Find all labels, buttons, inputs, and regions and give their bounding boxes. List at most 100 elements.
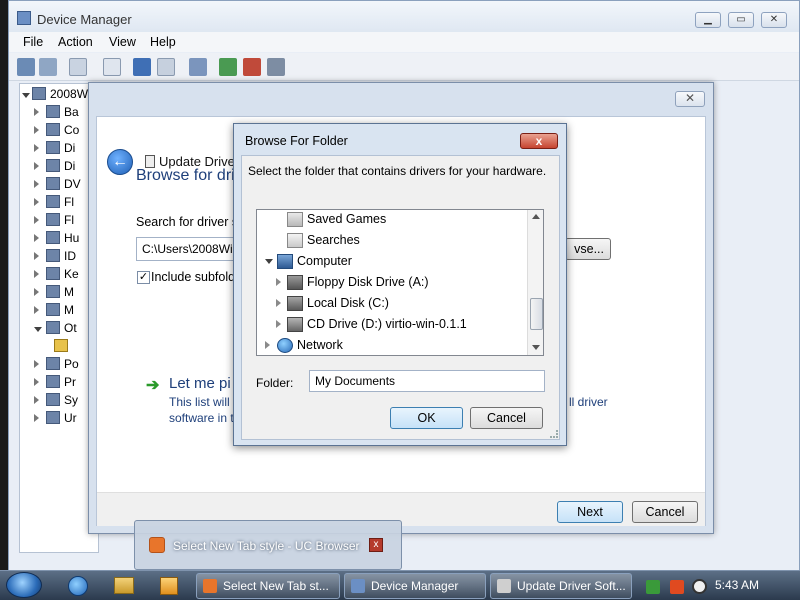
folder-floppy-drive[interactable]: Floppy Disk Drive (A:) — [257, 273, 525, 293]
dialog-cancel-button[interactable]: Cancel — [470, 407, 543, 429]
warning-device-icon — [54, 339, 68, 352]
scroll-down-icon[interactable] — [532, 345, 540, 350]
scroll-up-icon[interactable] — [532, 214, 540, 219]
wizard-heading: Browse for dri — [136, 167, 235, 184]
disk-drive-icon — [46, 141, 60, 154]
dialog-prompt: Select the folder that contains drivers … — [248, 164, 547, 178]
folder-computer[interactable]: Computer — [257, 252, 525, 272]
ide-controller-icon — [46, 249, 60, 262]
menu-view[interactable]: View — [109, 35, 136, 49]
driver-path-input[interactable]: C:\Users\2008Win — [136, 237, 236, 261]
wizard-close-button[interactable]: ✕ — [675, 91, 705, 107]
menu-help[interactable]: Help — [150, 35, 176, 49]
internet-explorer-icon[interactable] — [68, 576, 88, 596]
mouse-icon — [46, 285, 60, 298]
volume-icon[interactable] — [692, 579, 707, 594]
keyboard-icon — [46, 267, 60, 280]
let-me-pick-link[interactable]: Let me pi — [169, 375, 231, 392]
title-bar[interactable]: Device Manager ▁ ▭ ✕ — [9, 1, 799, 35]
minimize-button[interactable]: ▁ — [695, 12, 721, 28]
taskbar-button-uc-browser[interactable]: Select New Tab st... — [196, 573, 340, 599]
preview-title: Select New Tab style - UC Browser — [173, 539, 360, 553]
device-manager-icon — [17, 11, 31, 25]
update-driver-icon[interactable] — [219, 58, 237, 76]
device-icon — [497, 579, 511, 593]
next-button[interactable]: Next — [557, 501, 623, 523]
uninstall-icon[interactable] — [243, 58, 261, 76]
taskbar: Select New Tab st... Device Manager Upda… — [0, 570, 800, 600]
folder-tree-scrollbar[interactable] — [527, 210, 543, 355]
computer-icon — [277, 254, 293, 269]
file-explorer-icon[interactable] — [114, 577, 134, 594]
folder-name-input[interactable]: My Documents — [309, 370, 545, 392]
computer-icon — [32, 87, 46, 100]
window-title: Device Manager — [37, 12, 132, 27]
help-icon[interactable] — [133, 58, 151, 76]
scroll-thumb[interactable] — [530, 298, 543, 330]
folder-network[interactable]: Network — [257, 336, 525, 355]
local-disk-icon — [287, 296, 303, 311]
close-button[interactable]: ✕ — [761, 12, 787, 28]
battery-icon — [46, 105, 60, 118]
dialog-close-button[interactable]: x — [520, 133, 558, 149]
menu-file[interactable]: File — [23, 35, 43, 49]
device-manager-icon — [351, 579, 365, 593]
searches-icon — [287, 233, 303, 248]
properties-icon[interactable] — [103, 58, 121, 76]
include-subfolders-label: Include subfold — [151, 270, 236, 284]
cancel-button[interactable]: Cancel — [632, 501, 698, 523]
pick-description-line1: This list will s — [169, 395, 240, 409]
folder-cd-drive[interactable]: CD Drive (D:) virtio-win-0.1.1 — [257, 315, 525, 335]
collapse-icon[interactable] — [265, 259, 273, 264]
browse-button[interactable]: vse... — [565, 238, 611, 260]
dialog-title: Browse For Folder — [245, 134, 348, 148]
hid-icon — [46, 231, 60, 244]
processor-icon — [46, 375, 60, 388]
maximize-button[interactable]: ▭ — [728, 12, 754, 28]
back-arrow-icon[interactable] — [17, 58, 35, 76]
view-icon[interactable] — [157, 58, 175, 76]
folder-tree[interactable]: Saved Games Searches Computer Floppy Dis… — [256, 209, 544, 356]
folder-label: Folder: — [256, 376, 294, 390]
action-center-icon[interactable] — [646, 580, 660, 594]
include-subfolders-checkbox[interactable]: ✓ — [137, 271, 150, 284]
uc-tray-icon[interactable] — [670, 580, 684, 594]
back-button[interactable]: ← — [107, 149, 133, 175]
ok-button[interactable]: OK — [390, 407, 463, 429]
uc-browser-icon — [149, 537, 165, 553]
menu-bar: File Action View Help — [9, 32, 799, 52]
taskbar-button-update-driver[interactable]: Update Driver Soft... — [490, 573, 632, 599]
search-label: Search for driver so — [136, 215, 246, 229]
pick-description-line1-end: ll driver — [569, 395, 608, 409]
show-hide-tree-icon[interactable] — [69, 58, 87, 76]
clock[interactable]: 5:43 AM — [715, 578, 759, 592]
dvd-drive-icon — [46, 177, 60, 190]
folder-saved-games[interactable]: Saved Games — [257, 210, 525, 230]
scan-hardware-icon[interactable] — [189, 58, 207, 76]
folder-searches[interactable]: Searches — [257, 231, 525, 251]
arrow-right-icon: ➔ — [146, 377, 160, 394]
taskbar-button-device-manager[interactable]: Device Manager — [344, 573, 486, 599]
computer-icon — [46, 123, 60, 136]
cd-drive-icon — [287, 317, 303, 332]
other-devices-icon — [46, 321, 60, 334]
expand-icon[interactable] — [265, 341, 270, 349]
expand-icon[interactable] — [276, 299, 281, 307]
forward-arrow-icon[interactable] — [39, 58, 57, 76]
monitor-icon — [46, 303, 60, 316]
usb-icon — [46, 411, 60, 424]
folder-local-disk[interactable]: Local Disk (C:) — [257, 294, 525, 314]
device-tree[interactable]: 2008W Ba Co Di Di DV Fl Fl Hu ID Ke M M … — [19, 83, 99, 553]
floppy-drive-icon — [287, 275, 303, 290]
expand-icon[interactable] — [276, 278, 281, 286]
taskbar-thumbnail-preview[interactable]: Select New Tab style - UC Browser x — [134, 520, 402, 570]
resize-grip[interactable] — [550, 430, 558, 438]
expand-icon[interactable] — [276, 320, 281, 328]
ports-icon — [46, 357, 60, 370]
media-player-icon[interactable] — [160, 577, 178, 595]
start-button[interactable] — [6, 572, 42, 598]
disable-icon[interactable] — [267, 58, 285, 76]
menu-action[interactable]: Action — [58, 35, 93, 49]
preview-close-button[interactable]: x — [369, 538, 383, 552]
uc-browser-icon — [203, 579, 217, 593]
